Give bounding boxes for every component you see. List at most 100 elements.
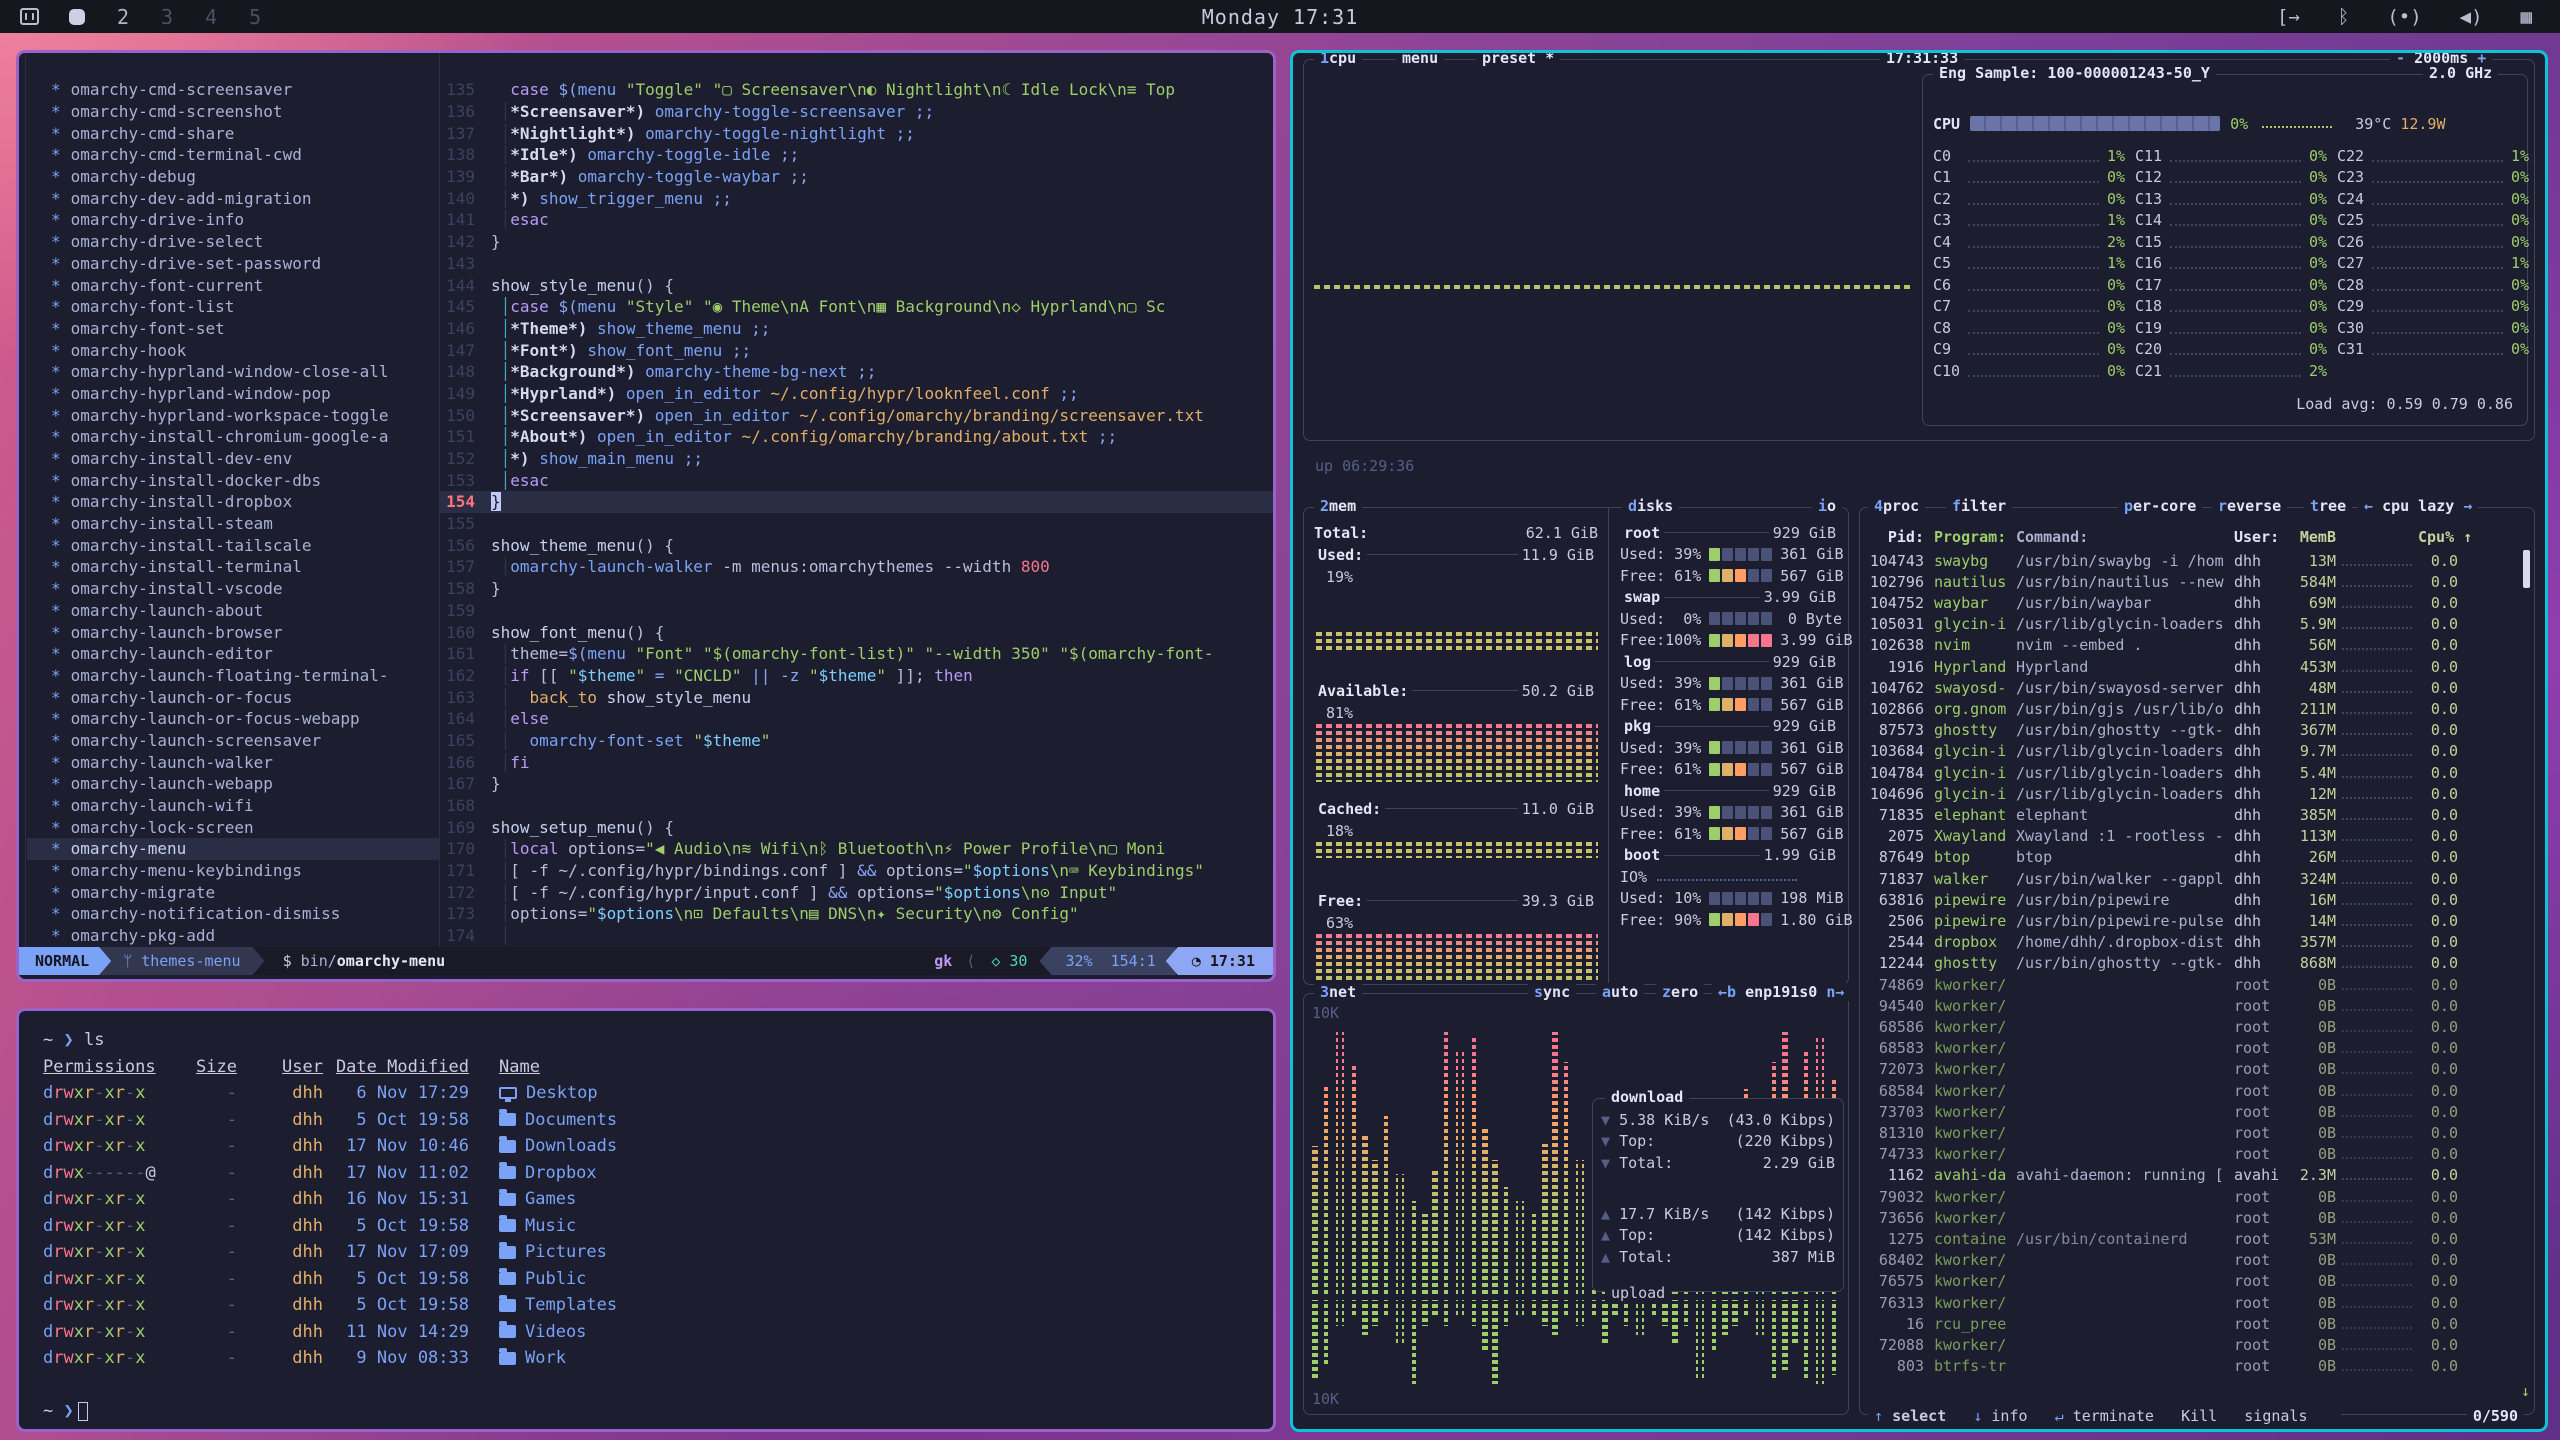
code-line[interactable]: 147 │*Font*) show_font_menu ;;: [439, 339, 1273, 361]
tree-item[interactable]: *omarchy-cmd-terminal-cwd: [27, 144, 439, 166]
process-row[interactable]: 68402kworker/root0B0.0: [1868, 1250, 2520, 1271]
tree-item[interactable]: *omarchy-migrate: [27, 881, 439, 903]
tree-item[interactable]: *omarchy-font-list: [27, 296, 439, 318]
process-row[interactable]: 102638nvimnvim --embed .dhh56M0.0: [1868, 635, 2520, 656]
process-row[interactable]: 87649btopbtopdhh26M0.0: [1868, 847, 2520, 868]
process-row[interactable]: 81310kworker/root0B0.0: [1868, 1122, 2520, 1143]
tree-item[interactable]: *omarchy-pkg-add: [27, 925, 439, 947]
terminal-window[interactable]: ~ ❯ lsPermissionsSizeUserDate ModifiedNa…: [16, 1008, 1276, 1432]
code-line[interactable]: 160show_font_menu() {: [439, 621, 1273, 643]
code-line[interactable]: 161 │theme=$(menu "Font" "$(omarchy-font…: [439, 643, 1273, 665]
code-line[interactable]: 162 │if [[ "$theme" = "CNCLD" || -z "$th…: [439, 665, 1273, 687]
process-row[interactable]: 73703kworker/root0B0.0: [1868, 1101, 2520, 1122]
code-line[interactable]: 174 │: [439, 925, 1273, 947]
code-line[interactable]: 145 │case $(menu "Style" "◉ Theme\nA Fon…: [439, 296, 1273, 318]
code-line[interactable]: 157 │omarchy-launch-walker -m menus:omar…: [439, 556, 1273, 578]
volume-icon[interactable]: ◀): [2460, 6, 2483, 28]
io-toggle[interactable]: io: [1812, 497, 1842, 515]
tree-item[interactable]: *omarchy-install-chromium-google-a: [27, 426, 439, 448]
code-line[interactable]: 144show_style_menu() {: [439, 274, 1273, 296]
process-row[interactable]: 803btrfs-trroot0B0.0: [1868, 1356, 2520, 1377]
process-row[interactable]: 104752waybar/usr/bin/waybardhh69M0.0: [1868, 592, 2520, 613]
tree-item[interactable]: *omarchy-install-steam: [27, 513, 439, 535]
code-line[interactable]: 146 │*Theme*) show_theme_menu ;;: [439, 318, 1273, 340]
code-area[interactable]: 135 case $(menu "Toggle" "▢ Screensaver\…: [439, 53, 1273, 947]
code-line[interactable]: 136 │*Screensaver*) omarchy-toggle-scree…: [439, 101, 1273, 123]
code-line[interactable]: 168: [439, 795, 1273, 817]
tree-item[interactable]: *omarchy-launch-editor: [27, 643, 439, 665]
wifi-hotspot-icon[interactable]: (•): [2387, 6, 2421, 28]
tree-item[interactable]: *omarchy-hook: [27, 339, 439, 361]
code-line[interactable]: 143: [439, 253, 1273, 275]
process-row[interactable]: 1275containe/usr/bin/containerdroot53M0.…: [1868, 1228, 2520, 1249]
process-row[interactable]: 71835elephantelephantdhh385M0.0: [1868, 804, 2520, 825]
process-row[interactable]: 74869kworker/root0B0.0: [1868, 974, 2520, 995]
ls-row-downloads[interactable]: drwxr-xr-x-dhh17 Nov 10:46Downloads: [43, 1133, 1273, 1160]
code-line[interactable]: 153 │esac: [439, 469, 1273, 491]
proc-scrollbar[interactable]: [2523, 550, 2530, 588]
tree-item[interactable]: *omarchy-lock-screen: [27, 816, 439, 838]
proc-filter[interactable]: filter: [1946, 497, 2012, 515]
process-row[interactable]: 1916HyprlandHyprlanddhh453M0.0: [1868, 656, 2520, 677]
process-row[interactable]: 68583kworker/root0B0.0: [1868, 1038, 2520, 1059]
process-row[interactable]: 79032kworker/root0B0.0: [1868, 1186, 2520, 1207]
btop-window[interactable]: 1cpumenupreset *17:31:33- 2000ms +Eng Sa…: [1290, 50, 2548, 1432]
code-line[interactable]: 138 │*Idle*) omarchy-toggle-idle ;;: [439, 144, 1273, 166]
code-line[interactable]: 158}: [439, 578, 1273, 600]
ls-row-templates[interactable]: drwxr-xr-x-dhh5 Oct 19:58Templates: [43, 1292, 1273, 1319]
tree-item[interactable]: *omarchy-install-tailscale: [27, 534, 439, 556]
process-row[interactable]: 87573ghostty/usr/bin/ghostty --gtk-dhh36…: [1868, 720, 2520, 741]
tree-item[interactable]: *omarchy-hyprland-window-close-all: [27, 361, 439, 383]
tree-item[interactable]: *omarchy-launch-or-focus: [27, 686, 439, 708]
tree-item[interactable]: *omarchy-launch-wifi: [27, 795, 439, 817]
process-row[interactable]: 104784glycin-i/usr/lib/glycin-loadersdhh…: [1868, 762, 2520, 783]
code-line[interactable]: 141 │esac: [439, 209, 1273, 231]
tree-item[interactable]: *omarchy-launch-browser: [27, 621, 439, 643]
code-line[interactable]: 155: [439, 513, 1273, 535]
code-line[interactable]: 150 │*Screensaver*) open_in_editor ~/.co…: [439, 404, 1273, 426]
preset-button[interactable]: preset *: [1476, 50, 1560, 67]
tree-item[interactable]: *omarchy-install-dropbox: [27, 491, 439, 513]
code-line[interactable]: 163 │ back_to show_style_menu: [439, 686, 1273, 708]
process-row[interactable]: 104696glycin-i/usr/lib/glycin-loadersdhh…: [1868, 783, 2520, 804]
tree-item[interactable]: *omarchy-launch-or-focus-webapp: [27, 708, 439, 730]
tree-item[interactable]: *omarchy-hyprland-workspace-toggle: [27, 404, 439, 426]
code-line[interactable]: 139 │*Bar*) omarchy-toggle-waybar ;;: [439, 166, 1273, 188]
process-row[interactable]: 72088kworker/root0B0.0: [1868, 1334, 2520, 1355]
process-row[interactable]: 16rcu_preeroot0B0.0: [1868, 1313, 2520, 1334]
ls-row-games[interactable]: drwxr-xr-x-dhh16 Nov 15:31Games: [43, 1186, 1273, 1213]
editor-window[interactable]: *omarchy-cmd-screensaver*omarchy-cmd-scr…: [16, 50, 1276, 982]
code-line[interactable]: 140 │*) show_trigger_menu ;;: [439, 187, 1273, 209]
ls-row-documents[interactable]: drwxr-xr-x-dhh5 Oct 19:58Documents: [43, 1107, 1273, 1134]
code-line[interactable]: 149 │*Hyprland*) open_in_editor ~/.confi…: [439, 383, 1273, 405]
tree-item[interactable]: *omarchy-install-dev-env: [27, 448, 439, 470]
process-row[interactable]: 102866org.gnom/usr/bin/gjs /usr/lib/odhh…: [1868, 698, 2520, 719]
scroll-down-arrow[interactable]: ↓: [2521, 1382, 2530, 1400]
process-row[interactable]: 74733kworker/root0B0.0: [1868, 1144, 2520, 1165]
tree-item[interactable]: *omarchy-font-set: [27, 318, 439, 340]
process-row[interactable]: 103684glycin-i/usr/lib/glycin-loadersdhh…: [1868, 741, 2520, 762]
proc-sort-selector[interactable]: ← cpu lazy →: [2358, 497, 2478, 515]
code-line[interactable]: 170 │local options="◀ Audio\n≋ Wifi\nᛒ B…: [439, 838, 1273, 860]
process-row[interactable]: 68584kworker/root0B0.0: [1868, 1080, 2520, 1101]
process-row[interactable]: 94540kworker/root0B0.0: [1868, 995, 2520, 1016]
tree-item[interactable]: *omarchy-launch-about: [27, 600, 439, 622]
code-line[interactable]: 148 │*Background*) omarchy-theme-bg-next…: [439, 361, 1273, 383]
tree-item[interactable]: *omarchy-drive-select: [27, 231, 439, 253]
code-line[interactable]: 172 │[ -f ~/.config/hypr/input.conf ] &&…: [439, 881, 1273, 903]
tree-item[interactable]: *omarchy-notification-dismiss: [27, 903, 439, 925]
tree-item[interactable]: *omarchy-menu: [27, 838, 439, 860]
net-auto-toggle[interactable]: auto: [1596, 983, 1644, 1001]
ls-row-videos[interactable]: drwxr-xr-x-dhh11 Nov 14:29Videos: [43, 1319, 1273, 1346]
code-line[interactable]: 171 │[ -f ~/.config/hypr/bindings.conf ]…: [439, 860, 1273, 882]
process-row[interactable]: 76313kworker/root0B0.0: [1868, 1292, 2520, 1313]
logout-icon[interactable]: [→: [2277, 6, 2300, 28]
tree-item[interactable]: *omarchy-drive-info: [27, 209, 439, 231]
code-line[interactable]: 154}: [439, 491, 1273, 513]
ls-row-pictures[interactable]: drwxr-xr-x-dhh17 Nov 17:09Pictures: [43, 1239, 1273, 1266]
ls-row-public[interactable]: drwxr-xr-x-dhh5 Oct 19:58Public: [43, 1266, 1273, 1293]
code-line[interactable]: 164 │else: [439, 708, 1273, 730]
code-line[interactable]: 156show_theme_menu() {: [439, 534, 1273, 556]
tree-item[interactable]: *omarchy-cmd-share: [27, 122, 439, 144]
process-row[interactable]: 102796nautilus/usr/bin/nautilus --newdhh…: [1868, 571, 2520, 592]
